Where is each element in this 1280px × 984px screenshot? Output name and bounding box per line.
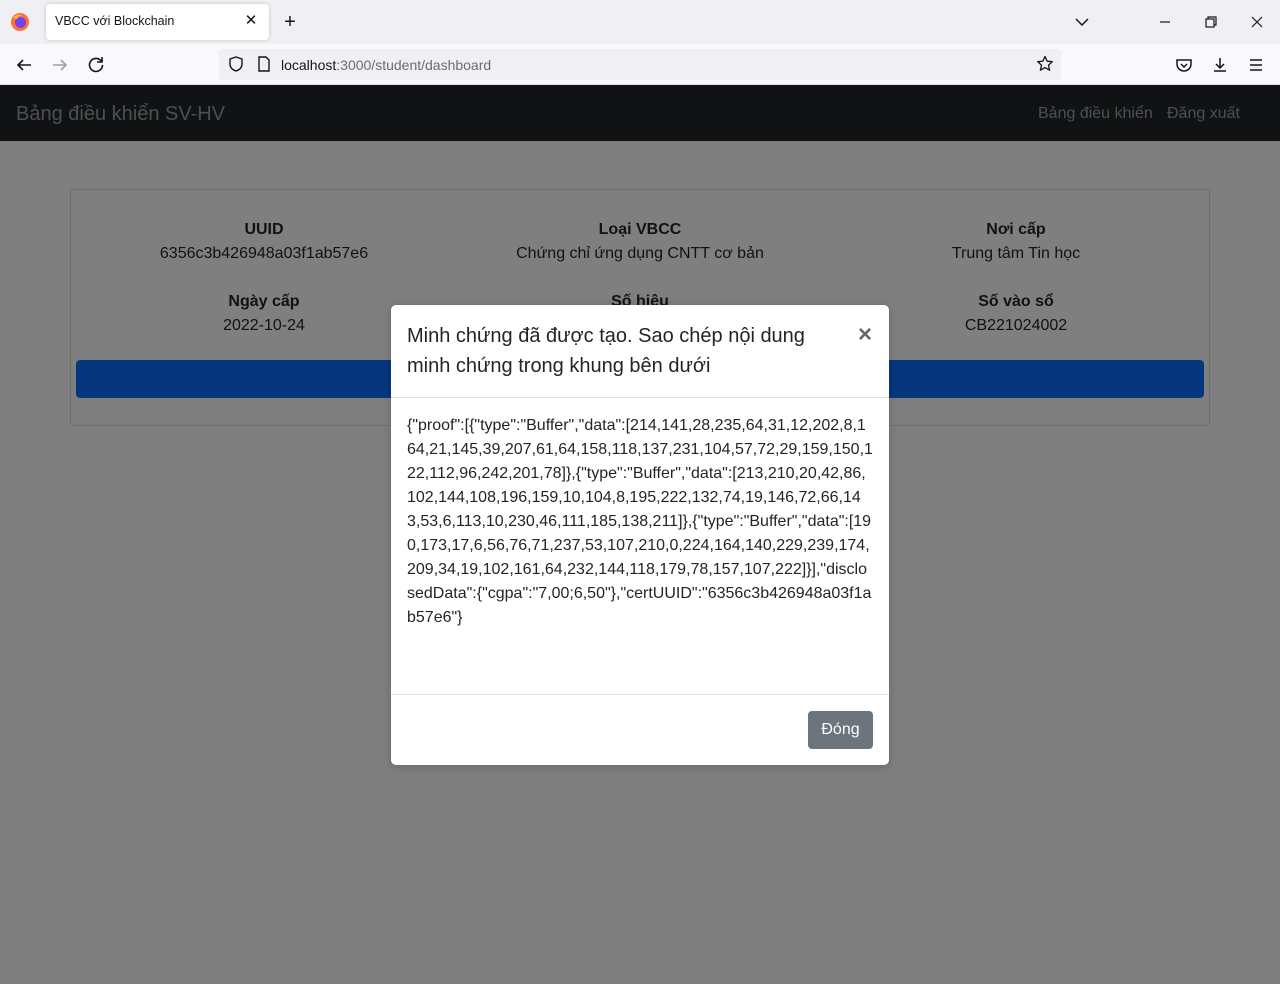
tracking-shield-icon[interactable]: [227, 55, 245, 73]
page-info-icon[interactable]: [256, 55, 272, 73]
modal-close-icon[interactable]: ×: [855, 323, 875, 347]
url-path: :3000/student/dashboard: [336, 57, 492, 73]
url-host: localhost: [281, 57, 337, 73]
pocket-icon[interactable]: [1171, 52, 1197, 78]
close-button[interactable]: Đóng: [808, 711, 873, 749]
download-icon[interactable]: [1207, 52, 1233, 78]
close-window-icon[interactable]: [1243, 8, 1271, 36]
modal-footer: Đóng: [391, 694, 889, 765]
restore-window-icon[interactable]: [1197, 8, 1225, 36]
proof-modal: Minh chứng đã được tạo. Sao chép nội dun…: [391, 305, 889, 765]
hamburger-menu-icon[interactable]: [1243, 52, 1269, 78]
tab-title: VBCC với Blockchain: [55, 14, 175, 28]
tab-list-chevron-down-icon[interactable]: [1068, 8, 1096, 36]
web-page: Bảng điều khiển SV-HV Bảng điều khiển Đă…: [0, 85, 1280, 984]
url-text[interactable]: localhost:3000/student/dashboard: [281, 57, 491, 73]
reload-icon[interactable]: [83, 52, 109, 78]
modal-header: Minh chứng đã được tạo. Sao chép nội dun…: [391, 305, 889, 398]
modal-title: Minh chứng đã được tạo. Sao chép nội dun…: [407, 325, 805, 377]
back-arrow-icon[interactable]: [11, 52, 37, 78]
minimize-window-icon[interactable]: [1151, 8, 1179, 36]
browser-tab[interactable]: VBCC với Blockchain ✕: [46, 4, 269, 40]
forward-arrow-icon[interactable]: [47, 52, 73, 78]
proof-content[interactable]: {"proof":[{"type":"Buffer","data":[214,1…: [407, 414, 873, 630]
browser-tab-bar: VBCC với Blockchain ✕ +: [0, 0, 1280, 44]
bookmark-star-icon[interactable]: [1035, 54, 1055, 74]
tab-close-icon[interactable]: ✕: [242, 12, 260, 30]
new-tab-icon[interactable]: +: [279, 11, 301, 33]
url-bar[interactable]: localhost:3000/student/dashboard: [219, 49, 1061, 80]
firefox-logo-icon: [11, 13, 29, 31]
